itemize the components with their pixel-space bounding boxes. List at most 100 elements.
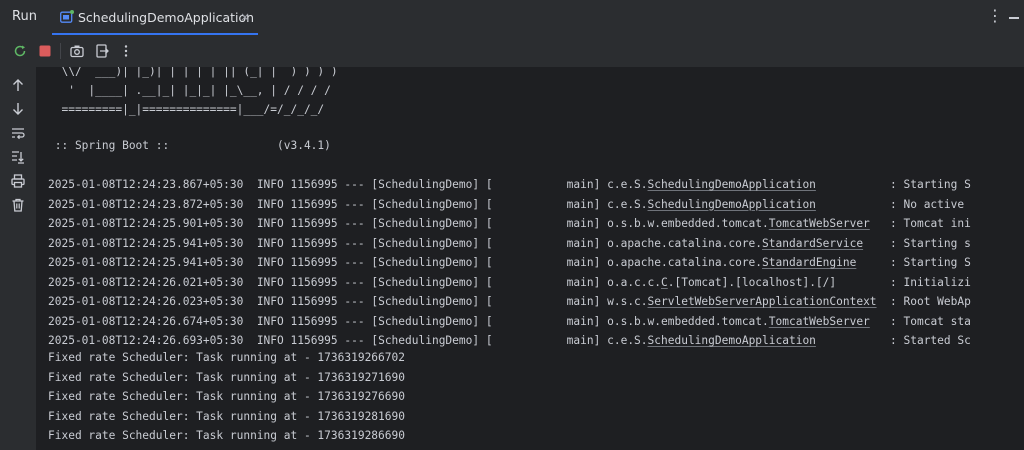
close-tab-icon[interactable]: ×: [240, 10, 250, 24]
log-app-name: [SchedulingDemo]: [371, 178, 486, 191]
trash-icon[interactable]: [11, 198, 25, 212]
log-app-name: [SchedulingDemo]: [371, 236, 486, 250]
log-class-link[interactable]: TomcatWebServer: [769, 315, 870, 328]
log-class-link[interactable]: StandardEngine: [762, 256, 856, 269]
more-icon[interactable]: [119, 44, 133, 58]
log-app-name: [SchedulingDemo]: [371, 334, 486, 347]
log-line: 2025-01-08T12:24:23.872+05:30 INFO 11569…: [48, 197, 964, 213]
scroll-to-end-icon[interactable]: [11, 150, 25, 164]
banner-line: ' |____| .__|_| |_|_| |_\__, | / / / /: [48, 84, 331, 97]
log-logger-suffix: [856, 256, 890, 269]
log-thread: [ main]: [485, 197, 608, 211]
log-thread: [ main]: [485, 236, 608, 250]
log-class-link[interactable]: SchedulingDemoApplication: [648, 198, 816, 211]
log-pid: 1156995: [290, 334, 345, 347]
banner-line: =========|_|==============|___/=/_/_/_/: [48, 103, 325, 116]
log-message: : No active: [890, 197, 965, 211]
banner-line: \\/ ___)| |_)| | | | | || (_| | ) ) ) ): [48, 67, 338, 78]
scheduler-output-line: Fixed rate Scheduler: Task running at - …: [48, 370, 405, 384]
log-thread: [ main]: [485, 334, 608, 347]
log-app-name: [SchedulingDemo]: [371, 197, 486, 211]
log-pid: 1156995: [290, 256, 345, 269]
log-message: : Starting s: [890, 236, 971, 250]
log-app-name: [SchedulingDemo]: [371, 275, 486, 289]
log-level: INFO: [256, 334, 291, 347]
log-class-link[interactable]: SchedulingDemoApplication: [648, 178, 816, 191]
arrow-up-icon[interactable]: [11, 78, 25, 92]
log-pid: 1156995: [290, 217, 345, 230]
print-icon[interactable]: [11, 174, 25, 188]
log-app-name: [SchedulingDemo]: [371, 217, 486, 230]
tab-scheduling-demo-application[interactable]: SchedulingDemoApplication ×: [52, 0, 258, 35]
log-thread: [ main]: [485, 178, 608, 191]
log-package: c.e.S.: [607, 178, 648, 191]
log-thread: [ main]: [485, 314, 608, 328]
log-app-name: [SchedulingDemo]: [371, 295, 486, 308]
scheduler-output-line: Fixed rate Scheduler: Task running at - …: [48, 409, 405, 423]
log-timestamp: 2025-01-08T12:24:26.021+05:30: [48, 275, 257, 289]
log-level: INFO: [256, 197, 291, 211]
log-class-link[interactable]: SchedulingDemoApplication: [648, 334, 816, 347]
console-output[interactable]: \\/ ___)| |_)| | | | | || (_| | ) ) ) ) …: [36, 67, 1024, 450]
log-package: o.apache.catalina.core.: [607, 256, 763, 269]
spring-boot-version-line: :: Spring Boot :: (v3.4.1): [48, 139, 331, 152]
log-timestamp: 2025-01-08T12:24:25.941+05:30: [48, 256, 257, 269]
log-timestamp: 2025-01-08T12:24:23.867+05:30: [48, 178, 257, 191]
log-package: o.s.b.w.embedded.tomcat.: [607, 314, 769, 328]
log-timestamp: 2025-01-08T12:24:26.674+05:30: [48, 314, 257, 328]
log-level: INFO: [256, 256, 291, 269]
log-logger-suffix: .[Tomcat].[localhost].[/]: [667, 275, 891, 289]
log-message: : Starting S: [890, 178, 971, 191]
scheduler-output-line: Fixed rate Scheduler: Task running at - …: [48, 351, 405, 364]
log-line: 2025-01-08T12:24:26.674+05:30 INFO 11569…: [48, 314, 971, 330]
log-level: INFO: [256, 275, 291, 289]
camera-icon[interactable]: [70, 44, 84, 58]
log-line: 2025-01-08T12:24:26.021+05:30 INFO 11569…: [48, 275, 971, 291]
log-logger-suffix: [816, 198, 890, 211]
log-separator: ---: [344, 217, 372, 230]
log-package: o.apache.catalina.core.: [607, 236, 763, 250]
log-pid: 1156995: [290, 275, 345, 289]
log-logger-suffix: [816, 334, 890, 347]
console-side-toolbar: [0, 67, 36, 450]
log-separator: ---: [344, 334, 372, 347]
soft-wrap-icon[interactable]: [11, 126, 25, 140]
scheduler-output-line: Fixed rate Scheduler: Task running at - …: [48, 390, 405, 403]
tool-window-title: Run: [12, 9, 37, 24]
log-line: 2025-01-08T12:24:25.941+05:30 INFO 11569…: [48, 236, 971, 252]
log-class-link[interactable]: StandardService: [762, 237, 863, 250]
log-class-link[interactable]: C: [661, 276, 668, 289]
log-package: o.s.b.w.embedded.tomcat.: [607, 217, 769, 230]
run-config-icon: [60, 10, 74, 23]
log-logger-suffix: [870, 315, 890, 328]
log-level: INFO: [256, 314, 291, 328]
log-thread: [ main]: [485, 275, 608, 289]
stop-icon[interactable]: [38, 44, 52, 58]
log-logger-suffix: [877, 295, 890, 308]
log-logger-suffix: [863, 237, 890, 250]
log-class-link[interactable]: ServletWebServerApplicationContext: [648, 295, 877, 308]
log-line: 2025-01-08T12:24:25.901+05:30 INFO 11569…: [48, 216, 971, 232]
tab-label: SchedulingDemoApplication: [78, 10, 255, 25]
exit-icon[interactable]: [95, 44, 109, 58]
log-package: w.s.c.: [607, 295, 648, 308]
log-class-link[interactable]: TomcatWebServer: [769, 217, 870, 230]
log-timestamp: 2025-01-08T12:24:25.941+05:30: [48, 236, 257, 250]
log-logger-suffix: [816, 178, 890, 191]
hide-tool-window-icon[interactable]: [1009, 17, 1019, 19]
log-separator: ---: [344, 275, 372, 289]
log-message: : Started Sc: [890, 334, 971, 347]
log-pid: 1156995: [290, 314, 345, 328]
log-package: c.e.S.: [607, 197, 648, 211]
log-level: INFO: [256, 295, 291, 308]
log-separator: ---: [344, 236, 372, 250]
arrow-down-icon[interactable]: [11, 102, 25, 116]
log-line: 2025-01-08T12:24:26.023+05:30 INFO 11569…: [48, 294, 971, 310]
rerun-icon[interactable]: [13, 44, 27, 58]
options-menu-icon[interactable]: ⋮: [987, 8, 1003, 24]
log-level: INFO: [256, 178, 291, 191]
log-separator: ---: [344, 295, 372, 308]
run-toolbar: [0, 35, 1024, 67]
log-level: INFO: [256, 217, 291, 230]
log-line: 2025-01-08T12:24:25.941+05:30 INFO 11569…: [48, 255, 971, 271]
